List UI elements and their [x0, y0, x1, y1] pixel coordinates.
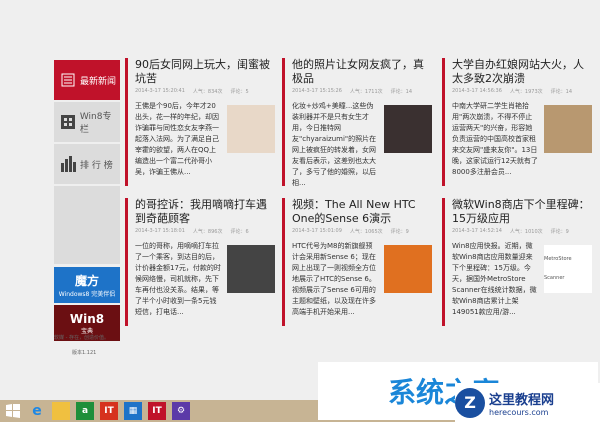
watermark-site: Z 这里教程网 herecours.com [455, 383, 600, 422]
empty-tile [54, 186, 120, 264]
article-time: 2014-3-17 15:15:26 [292, 88, 342, 94]
windows-icon [60, 114, 76, 130]
article-meta: 2014-3-17 15:18:01 人气：896次 评论：6 [135, 228, 275, 235]
article-comments: 评论：9 [390, 229, 409, 235]
article-time: 2014-3-17 15:20:41 [135, 88, 185, 94]
ithome-app-icon[interactable]: IT [148, 402, 166, 420]
article-comments: 评论：6 [230, 229, 249, 235]
newspaper-icon [60, 72, 76, 88]
article-summary: 一位的哥称，用嘀嘀打车拉了一个乘客，到达目的后，计价器金额17元，付款的时候网络… [135, 242, 221, 316]
promo-subtitle: Windows8 完美伴侣 [58, 291, 116, 298]
article-title[interactable]: 微软Win8商店下个里程碑：15万级应用 [452, 198, 592, 226]
article-meta: 2014-3-17 15:15:26 人气：1711次 评论：14 [292, 88, 432, 95]
article-card[interactable]: 90后女同网上玩大，闺蜜被坑苦 2014-3-17 15:20:41 人气：834… [125, 58, 275, 186]
file-explorer-icon[interactable] [52, 402, 70, 420]
version: 版本1.121 [72, 350, 97, 356]
article-time: 2014-3-17 15:18:01 [135, 228, 185, 234]
article-meta: 2014-3-17 14:56:36 人气：1973次 评论：14 [452, 88, 592, 95]
article-title[interactable]: 视频：The All New HTC One的Sense 6演示 [292, 198, 432, 226]
ithome-icon[interactable]: IT [100, 402, 118, 420]
article-summary: 中南大学研二学生肖艳拾用"两次崩溃，不得不停止运营两天"的兴奋，形容她负责运营的… [452, 102, 538, 176]
sidebar-item-label: 最新新闻 [80, 76, 117, 87]
thumbnail-caption: MetroStore Scanner [544, 256, 572, 281]
article-summary: Win8应用快报。近期，微软Win8商店应用数量迎来下个里程碑：15万级。今天，… [452, 242, 537, 316]
article-views: 人气：1973次 [509, 89, 543, 95]
article-views: 人气：834次 [192, 89, 223, 95]
slogan: 软媒 - 存在，创造价值。 [54, 335, 109, 341]
article-thumbnail[interactable] [384, 245, 432, 293]
article-views: 人气：1065次 [349, 229, 383, 235]
article-thumbnail[interactable] [227, 105, 275, 153]
article-thumbnail[interactable] [227, 245, 275, 293]
article-card[interactable]: 他的照片让女网友疯了，真极品 2014-3-17 15:15:26 人气：1711… [282, 58, 432, 187]
article-summary: 王佛是个90后，今年才20出头，花一样的年纪，却因诈骗罪与同性恋女友李燕一起落入… [135, 102, 219, 176]
sidebar-item-win8-column[interactable]: Win8专栏 [54, 102, 120, 142]
article-comments: 评论：14 [550, 89, 573, 95]
article-summary: HTC代号为M8的新旗舰预计会采用新Sense 6；现在网上出现了一则视频全方位… [292, 242, 376, 316]
article-time: 2014-3-17 15:01:09 [292, 228, 342, 234]
promo-title: Win8 [69, 311, 105, 326]
mofang-promo[interactable]: 魔方 Windows8 完美伴侣 [54, 267, 120, 303]
site-url: herecours.com [489, 407, 549, 417]
article-meta: 2014-3-17 15:20:41 人气：834次 评论：5 [135, 88, 275, 95]
article-comments: 评论：14 [390, 89, 413, 95]
settings-icon[interactable]: ⚙ [172, 402, 190, 420]
z-logo-icon: Z [455, 387, 485, 418]
article-views: 人气：896次 [192, 229, 223, 235]
sidebar: 最新新闻 Win8专栏 排 行 榜 魔方 Windows8 完美伴侣 Win8 宝典 [54, 60, 120, 343]
sidebar-item-label: 排 行 榜 [80, 160, 113, 171]
article-title[interactable]: 的哥控诉：我用嘀嘀打车遇到奇葩顾客 [135, 198, 275, 226]
article-time: 2014-3-17 14:56:36 [452, 88, 502, 94]
start-button[interactable] [4, 402, 22, 420]
promo-title: 魔方 [74, 274, 99, 288]
article-card[interactable]: 的哥控诉：我用嘀嘀打车遇到奇葩顾客 2014-3-17 15:18:01 人气：8… [125, 198, 275, 326]
article-time: 2014-3-17 14:52:14 [452, 228, 502, 234]
article-meta: 2014-3-17 15:01:09 人气：1065次 评论：9 [292, 228, 432, 235]
article-thumbnail[interactable] [544, 105, 592, 153]
article-views: 人气：1711次 [349, 89, 383, 95]
bar-chart-icon [60, 156, 76, 172]
article-title[interactable]: 他的照片让女网友疯了，真极品 [292, 58, 432, 86]
sidebar-item-ranking[interactable]: 排 行 榜 [54, 144, 120, 184]
sidebar-item-latest-news[interactable]: 最新新闻 [54, 60, 120, 100]
article-card[interactable]: 微软Win8商店下个里程碑：15万级应用 2014-3-17 14:52:14 人… [442, 198, 592, 326]
article-summary: 化妆+炒鸡+美瞳...这些伪装利器并不是只有女生才用，今日推特网友"chyara… [292, 102, 377, 187]
article-card[interactable]: 大学自办红娘网站大火，人太多致2次崩溃 2014-3-17 14:56:36 人气… [442, 58, 592, 186]
article-meta: 2014-3-17 14:52:14 人气：1010次 评论：9 [452, 228, 592, 235]
article-title[interactable]: 90后女同网上玩大，闺蜜被坑苦 [135, 58, 275, 86]
article-comments: 评论：5 [230, 89, 249, 95]
sidebar-item-label: Win8专栏 [79, 112, 112, 135]
site-name: 这里教程网 [489, 392, 555, 408]
article-title[interactable]: 大学自办红娘网站大火，人太多致2次崩溃 [452, 58, 592, 86]
ie-icon[interactable]: e [28, 402, 46, 420]
article-thumbnail[interactable] [384, 105, 432, 153]
article-card[interactable]: 视频：The All New HTC One的Sense 6演示 2014-3-… [282, 198, 432, 326]
article-views: 人气：1010次 [509, 229, 543, 235]
article-comments: 评论：9 [550, 229, 569, 235]
mofang-icon[interactable]: ▦ [124, 402, 142, 420]
article-thumbnail[interactable]: MetroStore Scanner [544, 245, 592, 293]
store-icon[interactable]: a [76, 402, 94, 420]
